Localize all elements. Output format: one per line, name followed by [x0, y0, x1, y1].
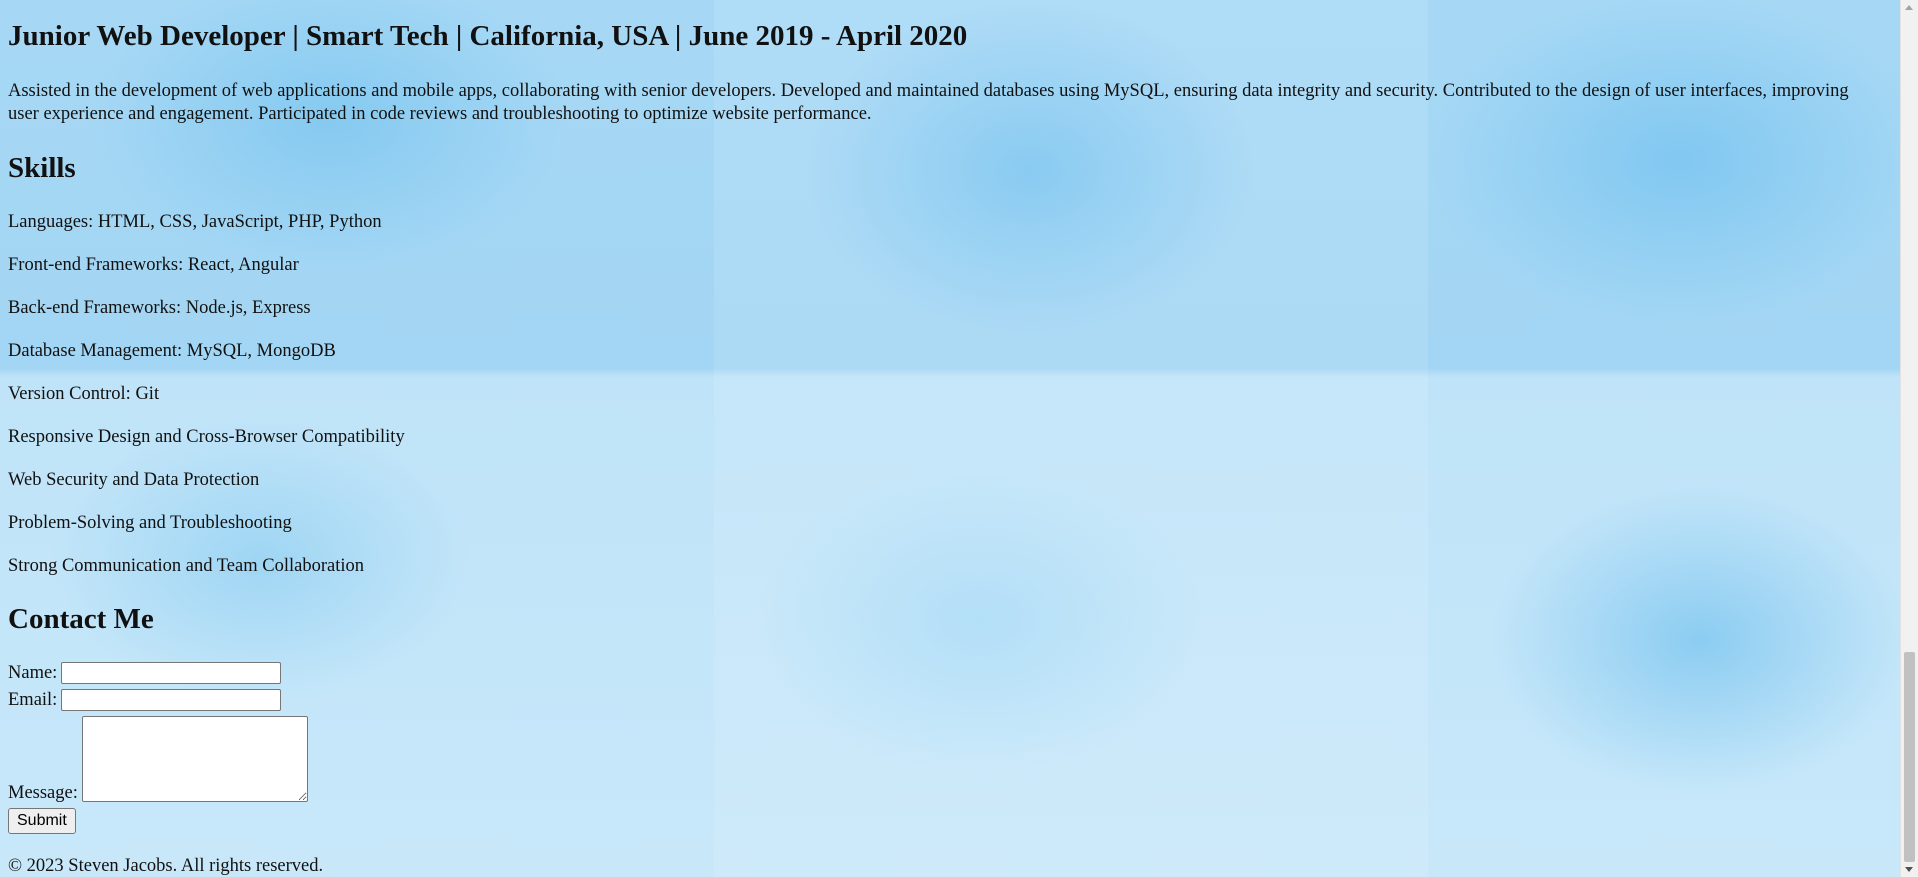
- email-label: Email:: [8, 689, 58, 710]
- skill-item: Version Control: Git: [8, 384, 160, 404]
- skill-item: Web Security and Data Protection: [8, 470, 260, 490]
- vertical-scrollbar[interactable]: [1900, 0, 1918, 877]
- skill-item: Back-end Frameworks: Node.js, Express: [8, 298, 311, 318]
- skill-item: Front-end Frameworks: React, Angular: [8, 255, 299, 275]
- skill-item: Strong Communication and Team Collaborat…: [8, 556, 364, 576]
- footer-copyright: © 2023 Steven Jacobs. All rights reserve…: [8, 856, 324, 876]
- message-row: Message:: [8, 716, 308, 803]
- skill-item: Database Management: MySQL, MongoDB: [8, 341, 336, 361]
- name-label: Name:: [8, 662, 58, 683]
- submit-button[interactable]: Submit: [8, 808, 76, 834]
- scrollbar-thumb[interactable]: [1904, 652, 1915, 862]
- skill-item: Responsive Design and Cross-Browser Comp…: [8, 427, 405, 447]
- skill-item: Languages: HTML, CSS, JavaScript, PHP, P…: [8, 212, 382, 232]
- message-textarea[interactable]: [81, 716, 308, 802]
- job-description: Assisted in the development of web appli…: [8, 81, 1849, 124]
- email-row: Email:: [8, 689, 282, 711]
- skill-item: Problem-Solving and Troubleshooting: [8, 513, 292, 533]
- name-input[interactable]: [61, 662, 282, 684]
- email-input[interactable]: [61, 689, 282, 711]
- job-title: Junior Web Developer | Smart Tech | Cali…: [8, 20, 968, 52]
- message-label: Message:: [8, 783, 78, 803]
- skills-heading: Skills: [8, 152, 76, 184]
- scroll-down-arrow-icon[interactable]: [1905, 867, 1913, 872]
- name-row: Name:: [8, 662, 282, 684]
- contact-heading: Contact Me: [8, 603, 154, 635]
- scroll-up-arrow-icon[interactable]: [1905, 5, 1913, 10]
